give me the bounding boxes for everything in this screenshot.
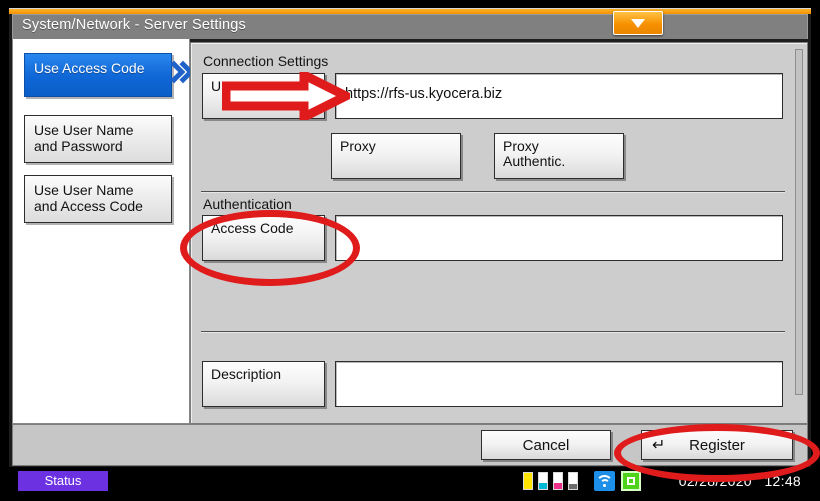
access-code-label-button[interactable]: Access Code — [202, 215, 325, 261]
access-code-input[interactable] — [335, 215, 783, 261]
chevron-down-icon — [631, 19, 645, 28]
description-label-button[interactable]: Description — [202, 361, 325, 407]
toner-magenta-icon — [553, 472, 563, 490]
enter-return-icon: ↵ — [652, 437, 666, 454]
sidebar-item-label: Use Access Code — [34, 60, 145, 76]
status-bar: Status 02/28/2020 12:48 — [9, 467, 811, 495]
status-button[interactable]: Status — [18, 471, 108, 491]
double-chevron-right-icon — [162, 52, 195, 92]
action-bar: Cancel ↵ Register — [12, 424, 808, 466]
proxy-authentic-button[interactable]: Proxy Authentic. — [494, 133, 624, 179]
sidebar-item-label: Use User Name and Access Code — [34, 182, 143, 214]
settings-panel: Connection Settings URI https://rfs-us.k… — [190, 42, 808, 424]
clock-date: 02/28/2020 — [678, 473, 752, 489]
printer-touch-panel: System/Network - Server Settings Use Acc… — [0, 0, 820, 501]
clock: 02/28/2020 12:48 — [679, 471, 801, 491]
wifi-icon — [594, 471, 615, 491]
clock-time: 12:48 — [764, 473, 801, 489]
access-code-label: Access Code — [211, 220, 294, 236]
toner-black-icon — [568, 472, 578, 490]
bezel-top — [0, 0, 820, 8]
cancel-button-label: Cancel — [522, 437, 570, 454]
toner-level-indicators — [523, 472, 589, 490]
proxy-authentic-button-label: Proxy Authentic. — [503, 138, 566, 169]
authentication-group-label: Authentication — [203, 196, 292, 212]
bezel-left — [0, 0, 8, 501]
collapse-panel-button[interactable] — [613, 11, 663, 35]
sidebar-item-use-user-name-and-access-code[interactable]: Use User Name and Access Code — [24, 175, 172, 223]
uri-label: URI — [211, 78, 236, 94]
proxy-button[interactable]: Proxy — [331, 133, 461, 179]
connection-settings-group-label: Connection Settings — [203, 53, 329, 69]
page-title: System/Network - Server Settings — [22, 17, 246, 33]
uri-value: https://rfs-us.kyocera.biz — [345, 86, 503, 102]
network-icon — [621, 471, 641, 491]
toner-cyan-icon — [538, 472, 548, 490]
sidebar-item-use-access-code[interactable]: Use Access Code — [24, 53, 172, 97]
section-divider — [201, 191, 785, 192]
cancel-button[interactable]: Cancel — [481, 430, 611, 460]
toner-yellow-icon — [523, 472, 533, 490]
bezel-bottom — [0, 495, 820, 501]
panel-scrollbar[interactable] — [795, 49, 803, 395]
proxy-button-label: Proxy — [340, 138, 376, 154]
uri-label-button[interactable]: URI — [202, 73, 325, 119]
description-label: Description — [211, 366, 282, 382]
description-input[interactable] — [335, 361, 783, 407]
uri-input[interactable]: https://rfs-us.kyocera.biz — [335, 73, 783, 119]
sidebar-item-label: Use User Name and Password — [34, 122, 134, 154]
sidebar-item-use-user-name-and-password[interactable]: Use User Name and Password — [24, 115, 172, 163]
register-button[interactable]: ↵ Register — [641, 430, 793, 460]
status-button-label: Status — [44, 473, 82, 488]
register-button-label: Register — [689, 437, 745, 454]
section-divider-2 — [201, 331, 785, 332]
bezel-right — [812, 0, 820, 501]
sidebar: Use Access Code Use User Name and Passwo… — [12, 39, 190, 424]
